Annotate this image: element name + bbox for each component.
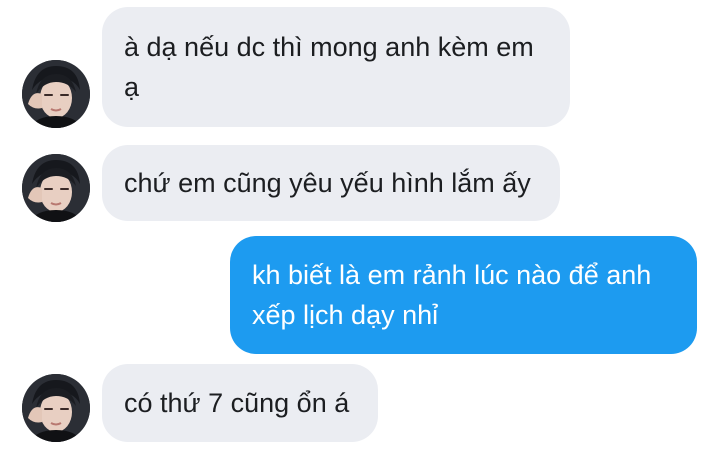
message-text-line: ạ xyxy=(124,72,140,102)
contact-avatar-photo-icon xyxy=(22,154,90,222)
message-text-line: à dạ nếu dc thì mong anh kèm em xyxy=(124,32,534,62)
chat-screen: { "conversation": { "messages": [ { "dir… xyxy=(0,0,719,458)
message-text-line: chứ em cũng yêu yếu hình lắm ấy xyxy=(124,168,531,198)
message-bubble-incoming[interactable]: chứ em cũng yêu yếu hình lắm ấy xyxy=(102,145,560,221)
contact-avatar[interactable] xyxy=(22,374,90,442)
contact-avatar[interactable] xyxy=(22,60,90,128)
message-text-line: kh biết là em rảnh lúc nào để anh xyxy=(252,260,652,290)
message-bubble-incoming[interactable]: có thứ 7 cũng ổn á xyxy=(102,364,378,442)
message-text-line: xếp lịch dạy nhỉ xyxy=(252,300,439,330)
contact-avatar-photo-icon xyxy=(22,60,90,128)
message-bubble-outgoing[interactable]: kh biết là em rảnh lúc nào để anh xếp lị… xyxy=(230,236,697,354)
message-text-line: có thứ 7 cũng ổn á xyxy=(124,388,350,418)
contact-avatar[interactable] xyxy=(22,154,90,222)
contact-avatar-photo-icon xyxy=(22,374,90,442)
message-bubble-incoming[interactable]: à dạ nếu dc thì mong anh kèm em ạ xyxy=(102,7,570,127)
